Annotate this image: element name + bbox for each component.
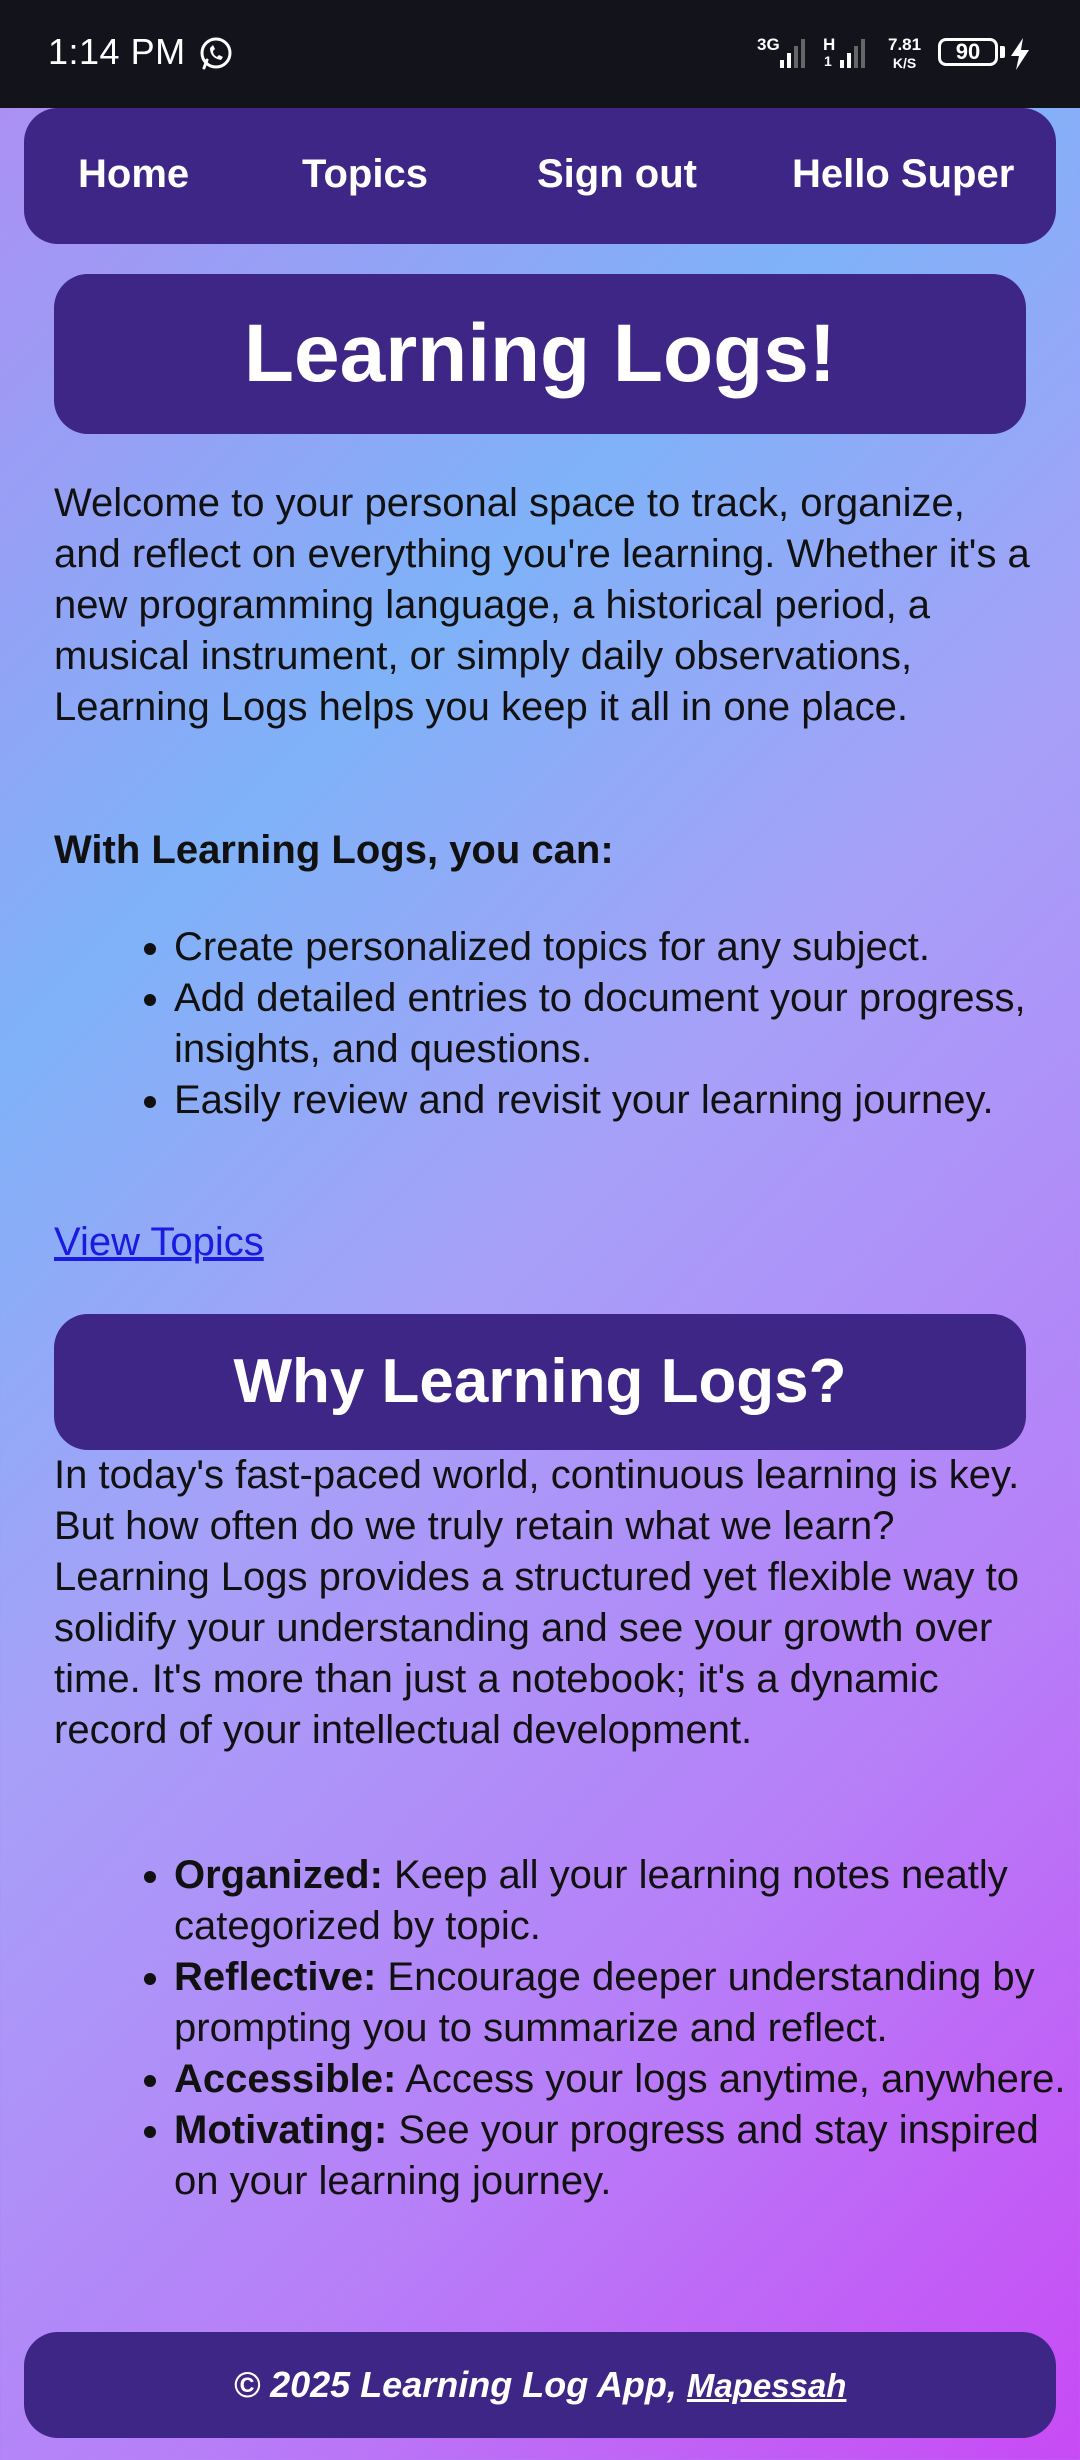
why-heading: Why Learning Logs? xyxy=(54,1314,1026,1450)
intro-paragraph: Welcome to your personal space to track,… xyxy=(54,481,1030,729)
footer-copyright: © 2025 Learning Log App, xyxy=(233,2364,687,2405)
benefit-label: Accessible: xyxy=(174,2057,397,2101)
whatsapp-icon xyxy=(200,37,232,70)
list-item: Add detailed entries to document your pr… xyxy=(174,973,1080,1075)
benefit-label: Motivating: xyxy=(174,2108,388,2152)
nav-bar: Home Topics Sign out Hello Super xyxy=(24,108,1056,244)
speed-value: 7.81 xyxy=(888,35,922,54)
list-item: Create personalized topics for any subje… xyxy=(174,922,1080,973)
signal-icon xyxy=(840,39,865,68)
hero-title: Learning Logs! xyxy=(54,274,1026,434)
benefit-text: Access your logs anytime, anywhere. xyxy=(396,2057,1066,2101)
features-list: Create personalized topics for any subje… xyxy=(54,922,1080,1126)
speed-unit: K/S xyxy=(892,55,917,71)
network-type-2: H xyxy=(823,35,836,54)
battery-icon: 90 xyxy=(938,38,998,66)
charging-bolt-icon xyxy=(1011,38,1029,70)
list-item: Easily review and revisit your learning … xyxy=(174,1075,1080,1126)
list-item: Motivating: See your progress and stay i… xyxy=(174,2105,1080,2207)
nav-home-link[interactable]: Home xyxy=(78,152,189,197)
benefit-label: Organized: xyxy=(174,1853,383,1897)
nav-topics-link[interactable]: Topics xyxy=(302,152,428,197)
nav-greeting: Hello Super xyxy=(792,152,1015,196)
status-bar: 1:14 PM 3G H 1 7.81 K/S 90 xyxy=(0,0,1080,108)
signal-icon xyxy=(780,39,805,68)
network-type-2-sub: 1 xyxy=(824,53,832,69)
nav-signout-link[interactable]: Sign out xyxy=(537,152,697,197)
benefit-label: Reflective: xyxy=(174,1955,377,1999)
list-item: Accessible: Access your logs anytime, an… xyxy=(174,2054,1080,2105)
why-paragraph: In today's fast-paced world, continuous … xyxy=(54,1453,1020,1752)
status-time: 1:14 PM xyxy=(48,31,186,72)
battery-level: 90 xyxy=(955,39,981,64)
battery-tip xyxy=(1000,46,1005,58)
network-speed: 7.81 K/S xyxy=(888,36,921,72)
footer-author-link[interactable]: Mapessah xyxy=(687,2367,847,2404)
benefits-list: Organized: Keep all your learning notes … xyxy=(54,1850,1080,2207)
network-type-1: 3G xyxy=(757,35,780,54)
list-item: Organized: Keep all your learning notes … xyxy=(174,1850,1080,1952)
view-topics-link[interactable]: View Topics xyxy=(54,1220,264,1265)
list-item: Reflective: Encourage deeper understandi… xyxy=(174,1952,1080,2054)
features-heading: With Learning Logs, you can: xyxy=(54,828,614,872)
footer: © 2025 Learning Log App, Mapessah xyxy=(24,2332,1056,2438)
